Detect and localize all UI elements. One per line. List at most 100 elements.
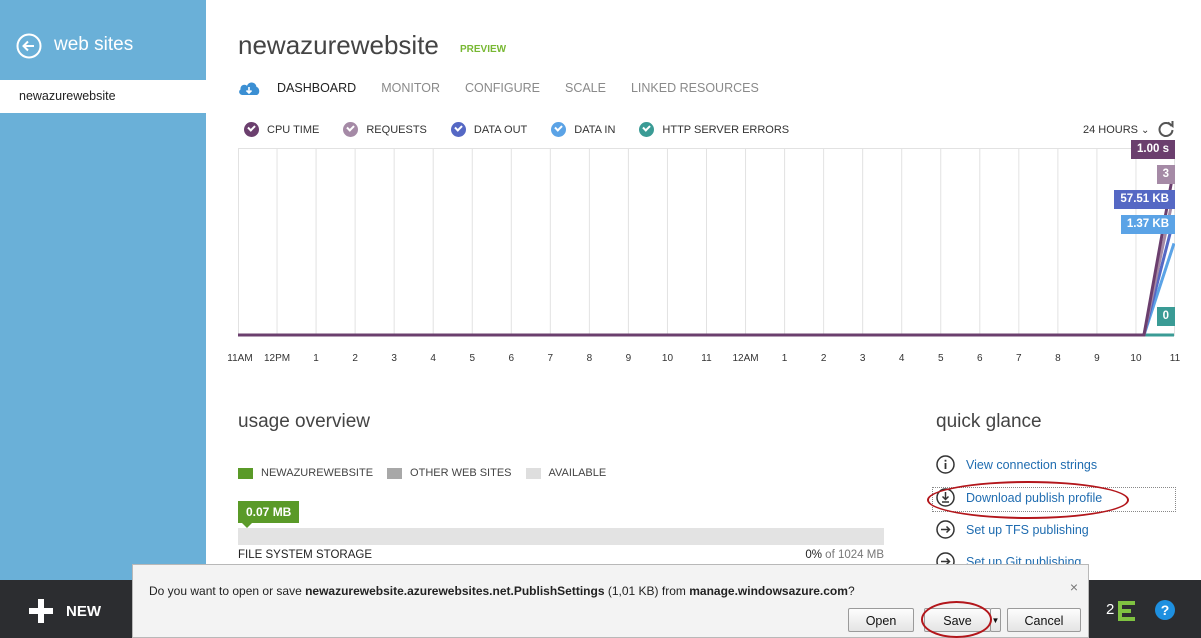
legend-swatch: [387, 467, 403, 479]
checkmark-icon: [343, 122, 359, 137]
checkmark-icon: [639, 122, 655, 137]
link-label: Set up TFS publishing: [966, 522, 1089, 537]
x-tick-label: 7: [547, 353, 554, 364]
open-button[interactable]: Open: [848, 608, 914, 632]
value-label-requests: 3: [1156, 165, 1175, 185]
x-tick-label: 6: [977, 353, 983, 364]
set-up-tfs-publishing-link[interactable]: Set up TFS publishing: [936, 520, 1089, 539]
legend-item-data-out[interactable]: DATA OUT: [450, 122, 528, 137]
tab-bar: DASHBOARD MONITOR CONFIGURE SCALE LINKED…: [277, 81, 759, 95]
x-tick-label: 9: [1094, 353, 1100, 364]
link-label: View connection strings: [966, 457, 1098, 472]
x-tick-label: 11: [701, 353, 712, 364]
notification-count[interactable]: 2: [1106, 601, 1114, 618]
info-icon: [936, 455, 955, 474]
x-tick-label: 10: [1130, 353, 1142, 364]
checkmark-icon: [244, 122, 259, 137]
tab-linked-resources[interactable]: LINKED RESOURCES: [631, 81, 759, 95]
x-tick-label: 11AM: [227, 353, 253, 364]
legend-label: OTHER WEB SITES: [410, 467, 512, 479]
sidebar-item-newazurewebsite[interactable]: newazurewebsite: [0, 80, 206, 113]
annotation-oval: [927, 481, 1129, 519]
x-tick-label: 8: [1055, 353, 1061, 364]
x-tick-label: 12PM: [263, 353, 291, 364]
metrics-chart: [238, 148, 1175, 337]
x-tick-label: 8: [586, 353, 593, 364]
legend-item-data-in[interactable]: DATA IN: [551, 122, 615, 137]
legend-item-http-server-errors[interactable]: HTTP SERVER ERRORS: [639, 122, 789, 137]
new-button-label: NEW: [66, 602, 101, 620]
value-label-data-in: 1.37 KB: [1120, 215, 1175, 235]
legend-item-cpu-time[interactable]: CPU TIME: [244, 122, 319, 137]
sidebar-item-label: newazurewebsite: [19, 89, 116, 103]
legend-label: CPU TIME: [267, 123, 320, 136]
preview-badge: PREVIEW: [460, 44, 507, 55]
left-nav: web sites newazurewebsite: [0, 0, 206, 580]
annotation-oval: [921, 601, 992, 638]
view-connection-strings-link[interactable]: View connection strings: [936, 455, 1097, 474]
new-button[interactable]: NEW: [28, 598, 101, 624]
notifications-icon[interactable]: [1118, 601, 1135, 621]
x-tick-label: 2: [820, 353, 827, 364]
time-range-dropdown[interactable]: 24 HOURS ⌄: [1083, 124, 1149, 136]
refresh-icon[interactable]: [1157, 120, 1175, 138]
quick-glance-title: quick glance: [936, 411, 1042, 432]
tab-scale[interactable]: SCALE: [565, 81, 606, 95]
x-tick-label: 6: [508, 353, 515, 364]
checkmark-icon: [450, 122, 466, 137]
cloud-icon: [239, 82, 260, 95]
legend-label: HTTP SERVER ERRORS: [662, 123, 790, 136]
arrow-right-icon: [936, 520, 955, 539]
legend-label: DATA OUT: [473, 123, 528, 136]
usage-percent: 0%: [805, 549, 822, 561]
message-text: Do you want to open or save: [149, 584, 306, 598]
message-suffix: ?: [847, 584, 855, 598]
close-icon[interactable]: ×: [1070, 579, 1078, 595]
download-message: Do you want to open or save newazurewebs…: [149, 584, 855, 598]
usage-caption: FILE SYSTEM STORAGE: [238, 549, 372, 561]
download-prompt-bar: Do you want to open or save newazurewebs…: [132, 564, 1089, 638]
x-tick-label: 1: [781, 353, 788, 364]
x-tick-label: 2: [352, 353, 358, 364]
page-title: newazurewebsite: [238, 30, 439, 60]
file-size: (1,01 KB) from: [604, 584, 690, 598]
legend-label: DATA IN: [574, 123, 616, 136]
usage-legend-item: AVAILABLE: [525, 467, 607, 479]
value-label-data-out: 57.51 KB: [1114, 190, 1175, 210]
usage-overview-title: usage overview: [238, 411, 371, 432]
usage-legend: NEWAZUREWEBSITE OTHER WEB SITES AVAILABL…: [238, 467, 620, 479]
legend-item-requests[interactable]: REQUESTS: [343, 122, 427, 137]
x-tick-label: 4: [898, 353, 905, 364]
metrics-legend: CPU TIME REQUESTS DATA OUT DATA IN HTTP …: [244, 122, 813, 137]
tab-configure[interactable]: CONFIGURE: [465, 81, 540, 95]
value-label-cpu-time: 1.00 s: [1131, 140, 1175, 159]
legend-label: AVAILABLE: [548, 467, 607, 479]
usage-value-badge: 0.07 MB: [238, 501, 300, 528]
tab-dashboard[interactable]: DASHBOARD: [277, 81, 356, 95]
x-tick-label: 12AM: [732, 353, 759, 364]
value-label-http-server-errors: 0: [1156, 307, 1175, 326]
usage-legend-item: NEWAZUREWEBSITE: [238, 467, 373, 479]
legend-label: NEWAZUREWEBSITE: [261, 467, 374, 479]
x-tick-label: 4: [430, 353, 436, 364]
tab-monitor[interactable]: MONITOR: [381, 81, 440, 95]
usage-legend-item: OTHER WEB SITES: [387, 467, 512, 479]
help-icon[interactable]: ?: [1155, 600, 1175, 620]
x-tick-label: 3: [859, 353, 866, 364]
legend-label: REQUESTS: [366, 123, 427, 136]
back-arrow-icon[interactable]: [16, 33, 42, 59]
x-tick-label: 3: [391, 353, 397, 364]
x-tick-label: 10: [661, 353, 674, 364]
time-range-label: 24 HOURS: [1083, 124, 1139, 136]
x-tick-label: 5: [937, 353, 944, 364]
x-tick-label: 5: [469, 353, 476, 364]
checkmark-icon: [551, 122, 567, 137]
usage-stat: 0% of 1024 MB: [720, 549, 884, 561]
cancel-button[interactable]: Cancel: [1007, 608, 1081, 632]
x-tick-label: 11: [1169, 353, 1181, 364]
filename: newazurewebsite.azurewebsites.net.Publis…: [305, 584, 605, 598]
usage-total: of 1024 MB: [821, 549, 884, 561]
chevron-down-icon: ⌄: [1141, 125, 1150, 136]
usage-progress-bar: [238, 528, 884, 545]
back-label[interactable]: web sites: [54, 34, 133, 56]
